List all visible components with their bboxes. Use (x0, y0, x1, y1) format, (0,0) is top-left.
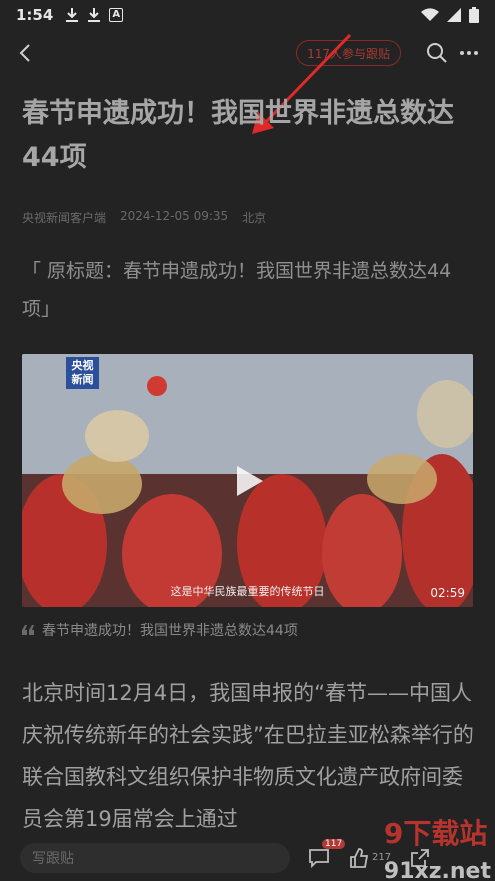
notification-icons: A (65, 7, 124, 23)
original-title: 「 原标题：春节申遗成功！我国世界非遗总数达44项」 (22, 260, 452, 320)
article-topbar: 117人参与跟贴 (0, 30, 495, 76)
video-subtitle: 这是中华民族最重要的传统节日 (170, 585, 325, 598)
video-player[interactable]: 央视 新闻 这是中华民族最重要的传统节日 02:59 (22, 354, 473, 607)
search-icon[interactable] (425, 41, 449, 65)
comments-button[interactable]: 117 (308, 838, 346, 869)
article-location: 北京 (242, 211, 267, 225)
signal-icon (447, 8, 461, 22)
article-title: 春节申遗成功！我国世界非遗总数达44项 (22, 98, 454, 173)
cctv-news-logo: 央视 新闻 (66, 357, 99, 389)
app-icon: A (109, 8, 124, 22)
system-icons (421, 7, 479, 23)
article-datetime: 2024-12-05 09:35 (120, 209, 229, 223)
write-comment-input[interactable]: 写跟贴 (20, 842, 290, 873)
download-icon (88, 8, 101, 22)
article-meta: 央视新闻客户端 2024-12-05 09:35 北京 (22, 209, 266, 226)
wifi-icon (421, 8, 439, 21)
back-arrow-icon[interactable] (14, 41, 38, 65)
more-options-icon[interactable] (457, 41, 481, 65)
comment-icon (309, 848, 329, 868)
site-watermark: 9下载站 91xz.net (383, 817, 491, 881)
status-time: 1:54 (16, 6, 54, 24)
download-icon (66, 8, 79, 22)
battery-icon (469, 7, 479, 23)
quote-icon (22, 625, 34, 635)
video-duration: 02:59 (430, 586, 465, 600)
video-caption: 春节申遗成功！我国世界非遗总数达44项 (22, 620, 298, 640)
comment-count-badge: 117 (322, 838, 346, 849)
play-icon[interactable] (229, 462, 267, 500)
thumbs-up-icon (350, 847, 369, 868)
status-bar: 1:54 A (0, 0, 495, 30)
article-source[interactable]: 央视新闻客户端 (22, 209, 106, 226)
